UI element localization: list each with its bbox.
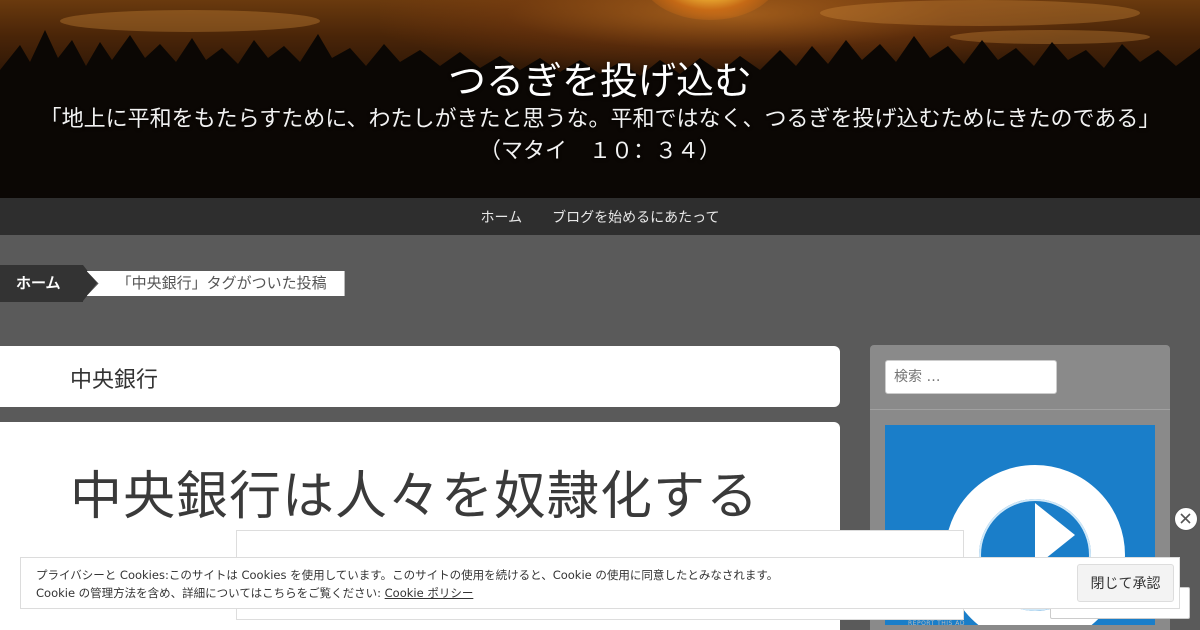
close-x-icon (1180, 513, 1191, 524)
archive-title: 中央銀行 (70, 368, 159, 393)
search-input[interactable] (885, 360, 1057, 394)
cookie-policy-link[interactable]: Cookie ポリシー (385, 586, 474, 600)
cookie-line-2-text: Cookie の管理方法を含め、詳細についてはこちらをご覧ください: (36, 586, 385, 600)
post-title[interactable]: 中央銀行は人々を奴隷化する (70, 454, 759, 529)
sidebar-divider (870, 409, 1170, 410)
breadcrumb: ホーム 「中央銀行」タグがついた投稿 (0, 265, 345, 302)
main-nav: ホーム ブログを始めるにあたって (0, 198, 1200, 235)
ad-report-label[interactable]: REPORT THIS AD (908, 620, 965, 627)
cookie-accept-button[interactable]: 閉じて承認 (1077, 564, 1174, 602)
breadcrumb-home[interactable]: ホーム (0, 265, 97, 302)
archive-header: 中央銀行 (0, 346, 840, 407)
cookie-line-1: プライバシーと Cookies:このサイトは Cookies を使用しています。… (36, 568, 779, 582)
site-header: つるぎを投げ込む 「地上に平和をもたらすために、わたしがきたと思うな。平和ではな… (0, 0, 1200, 198)
cookie-banner: プライバシーと Cookies:このサイトは Cookies を使用しています。… (20, 557, 1180, 609)
site-title[interactable]: つるぎを投げ込む (0, 50, 1200, 105)
nav-item-about-blog[interactable]: ブログを始めるにあたって (552, 207, 719, 227)
close-icon[interactable] (1174, 507, 1198, 531)
breadcrumb-current: 「中央銀行」タグがついた投稿 (86, 271, 345, 296)
cookie-line-2: Cookie の管理方法を含め、詳細についてはこちらをご覧ください: Cooki… (36, 584, 778, 602)
site-description: 「地上に平和をもたらすために、わたしがきたと思うな。平和ではなく、つるぎを投げ込… (39, 107, 1161, 164)
nav-item-home[interactable]: ホーム (481, 207, 523, 227)
cookie-text: プライバシーと Cookies:このサイトは Cookies を使用しています。… (36, 566, 778, 602)
